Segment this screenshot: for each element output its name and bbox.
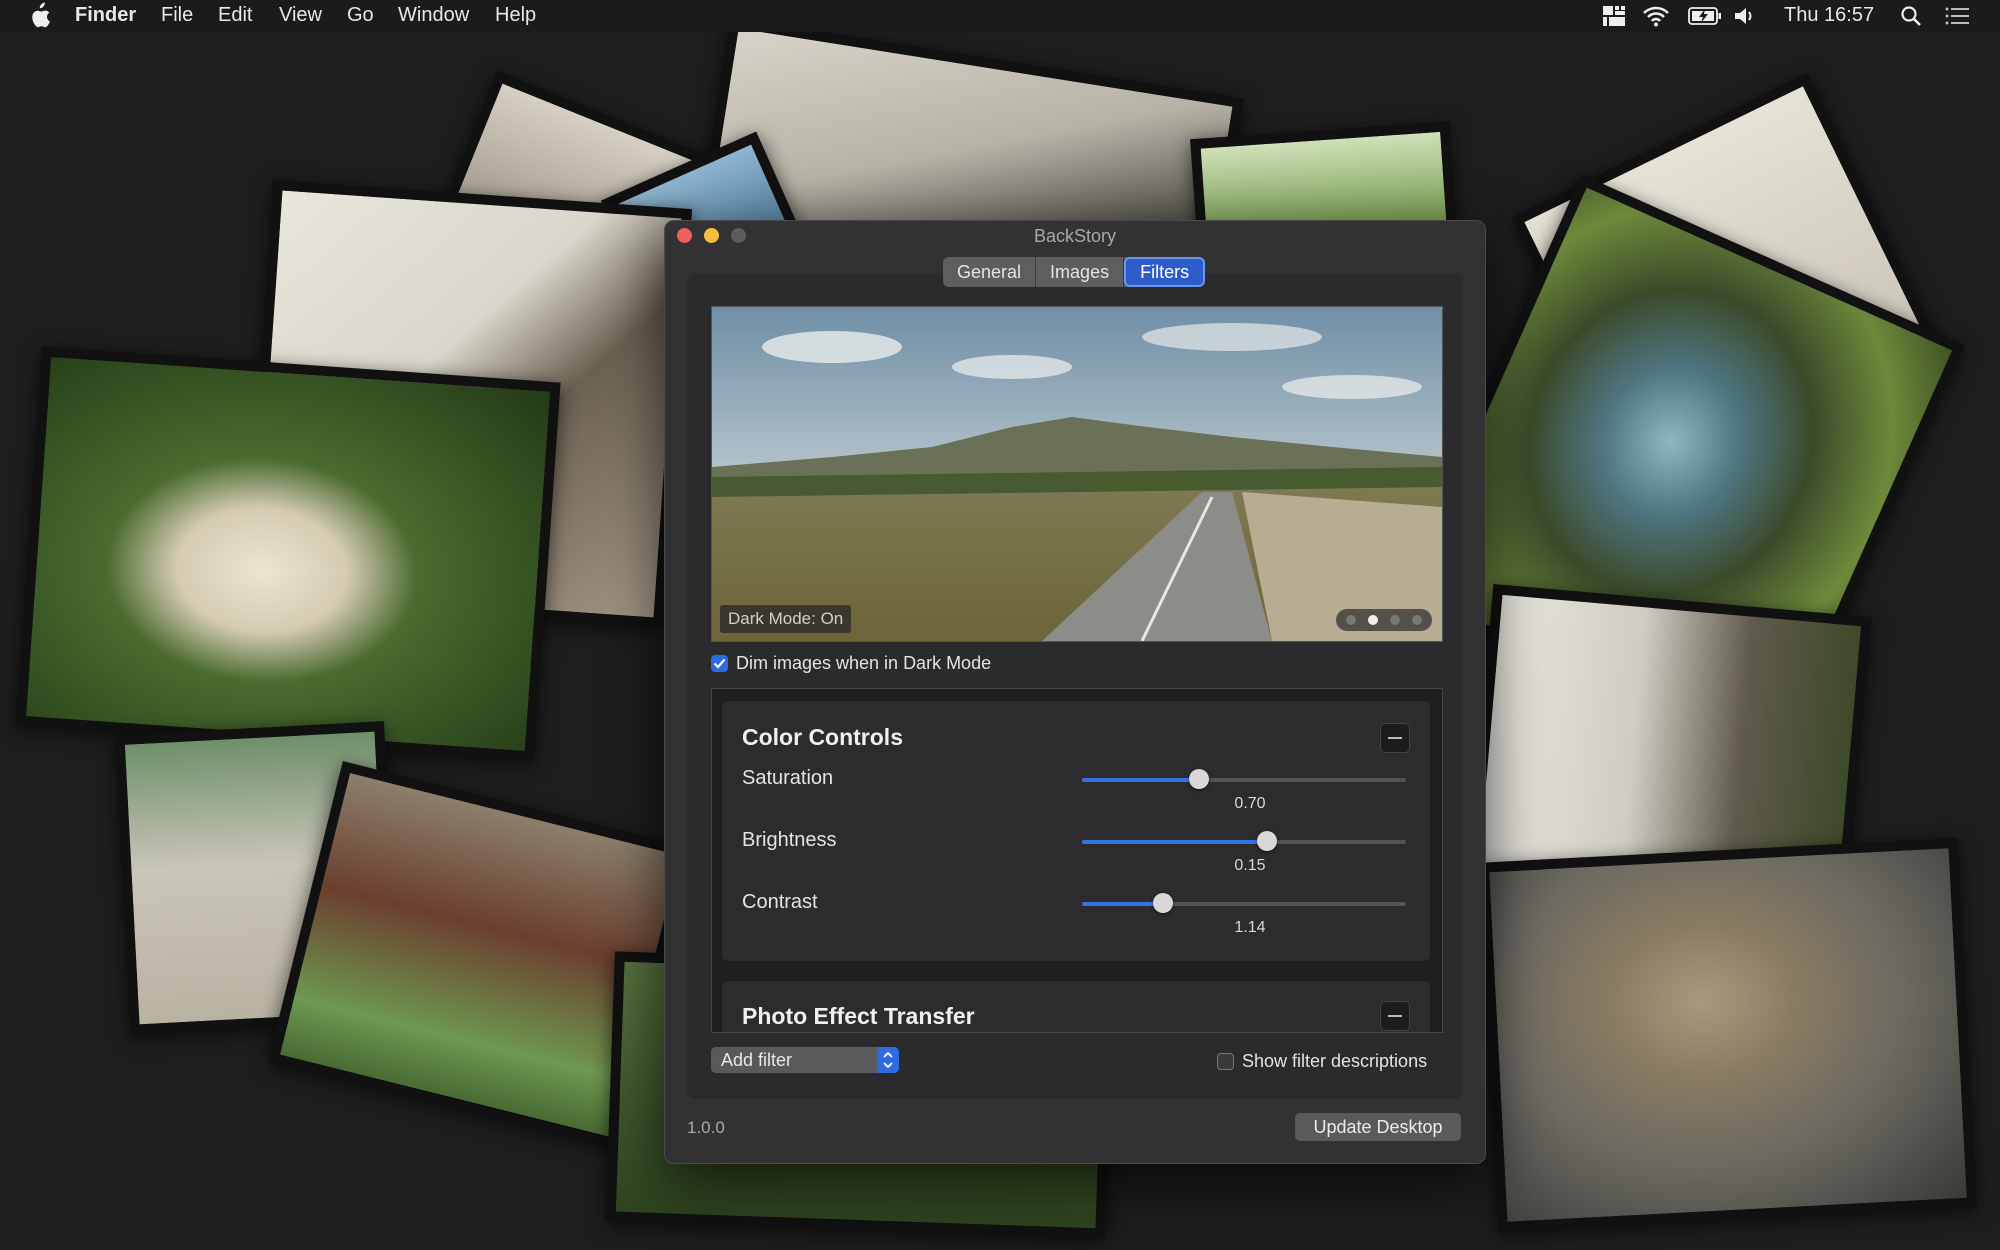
menu-bar: Finder File Edit View Go Window Help Thu…	[0, 0, 2000, 32]
menu-help[interactable]: Help	[495, 4, 536, 27]
page-dot[interactable]	[1346, 615, 1356, 625]
add-filter-popup[interactable]: Add filter	[711, 1047, 899, 1073]
show-descriptions-label: Show filter descriptions	[1242, 1051, 1428, 1071]
menu-view[interactable]: View	[279, 4, 322, 27]
filters-list[interactable]: Color Controls Saturation 0.70 Brightnes…	[711, 688, 1443, 1033]
dim-images-checkbox[interactable]	[711, 655, 728, 672]
window-title: BackStory	[1033, 226, 1117, 246]
page-indicator[interactable]	[1336, 609, 1432, 631]
show-descriptions-checkbox[interactable]	[1217, 1053, 1234, 1070]
apple-icon[interactable]	[26, 2, 52, 30]
backstory-window: BackStory General Images Filters Dark Mo…	[664, 220, 1486, 1164]
contrast-slider-fill	[1082, 902, 1163, 906]
landscape-preview-image	[712, 307, 1442, 641]
show-descriptions-row[interactable]: Show filter descriptions	[1217, 1051, 1427, 1072]
brightness-slider[interactable]	[1082, 831, 1406, 851]
photo-toad	[1478, 837, 1978, 1233]
color-controls-card: Color Controls Saturation 0.70 Brightnes…	[722, 701, 1430, 961]
dim-images-row[interactable]: Dim images when in Dark Mode	[711, 653, 991, 674]
menu-go[interactable]: Go	[347, 4, 374, 27]
collapse-photo-effect-button[interactable]	[1380, 1001, 1410, 1031]
checkmark-icon	[713, 658, 726, 669]
brightness-value: 0.15	[1234, 857, 1266, 874]
battery-icon[interactable]	[1688, 6, 1722, 26]
photo-effect-transfer-card: Photo Effect Transfer	[722, 981, 1430, 1032]
saturation-value: 0.70	[1234, 795, 1266, 812]
volume-icon[interactable]	[1734, 6, 1756, 26]
contrast-slider-thumb[interactable]	[1153, 893, 1173, 913]
list-icon[interactable]	[1944, 6, 1970, 26]
brightness-slider-thumb[interactable]	[1256, 831, 1277, 851]
page-dot[interactable]	[1390, 615, 1400, 625]
dim-images-label: Dim images when in Dark Mode	[736, 653, 992, 673]
collapse-color-controls-button[interactable]	[1380, 723, 1410, 753]
saturation-label: Saturation	[742, 767, 834, 789]
popup-arrows-icon	[877, 1047, 899, 1073]
photo-effect-transfer-title: Photo Effect Transfer	[742, 1003, 975, 1029]
preview-image: Dark Mode: On	[711, 306, 1443, 642]
grid-icon[interactable]	[1602, 5, 1626, 27]
contrast-value: 1.14	[1234, 919, 1266, 936]
page-dot-active[interactable]	[1368, 615, 1378, 625]
update-desktop-button[interactable]: Update Desktop	[1295, 1113, 1461, 1141]
contrast-label: Contrast	[742, 891, 818, 913]
tab-bar: General Images Filters	[943, 257, 1206, 287]
dark-mode-label: Dark Mode: On	[720, 605, 852, 633]
saturation-slider-thumb[interactable]	[1188, 769, 1209, 789]
menu-file[interactable]: File	[161, 4, 193, 27]
photo-highland-cow	[15, 346, 561, 762]
menubar-clock[interactable]: Thu 16:57	[1784, 4, 1874, 27]
tab-images[interactable]: Images	[1036, 257, 1125, 287]
page-dot[interactable]	[1412, 615, 1422, 625]
brightness-slider-fill	[1082, 840, 1267, 844]
search-icon[interactable]	[1900, 5, 1922, 27]
tab-general[interactable]: General	[943, 257, 1037, 287]
brightness-label: Brightness	[742, 829, 837, 851]
wifi-icon[interactable]	[1642, 5, 1670, 27]
tab-filters[interactable]: Filters	[1124, 257, 1206, 287]
saturation-slider[interactable]	[1082, 769, 1406, 789]
menu-edit[interactable]: Edit	[218, 4, 252, 27]
version-label: 1.0.0	[687, 1118, 725, 1137]
contrast-slider[interactable]	[1082, 893, 1406, 913]
color-controls-title: Color Controls	[742, 724, 903, 750]
menu-app-finder[interactable]: Finder	[75, 4, 136, 27]
add-filter-label: Add filter	[721, 1050, 793, 1070]
menu-window[interactable]: Window	[398, 4, 469, 27]
title-bar[interactable]: BackStory	[665, 221, 1485, 253]
saturation-slider-fill	[1082, 778, 1199, 782]
